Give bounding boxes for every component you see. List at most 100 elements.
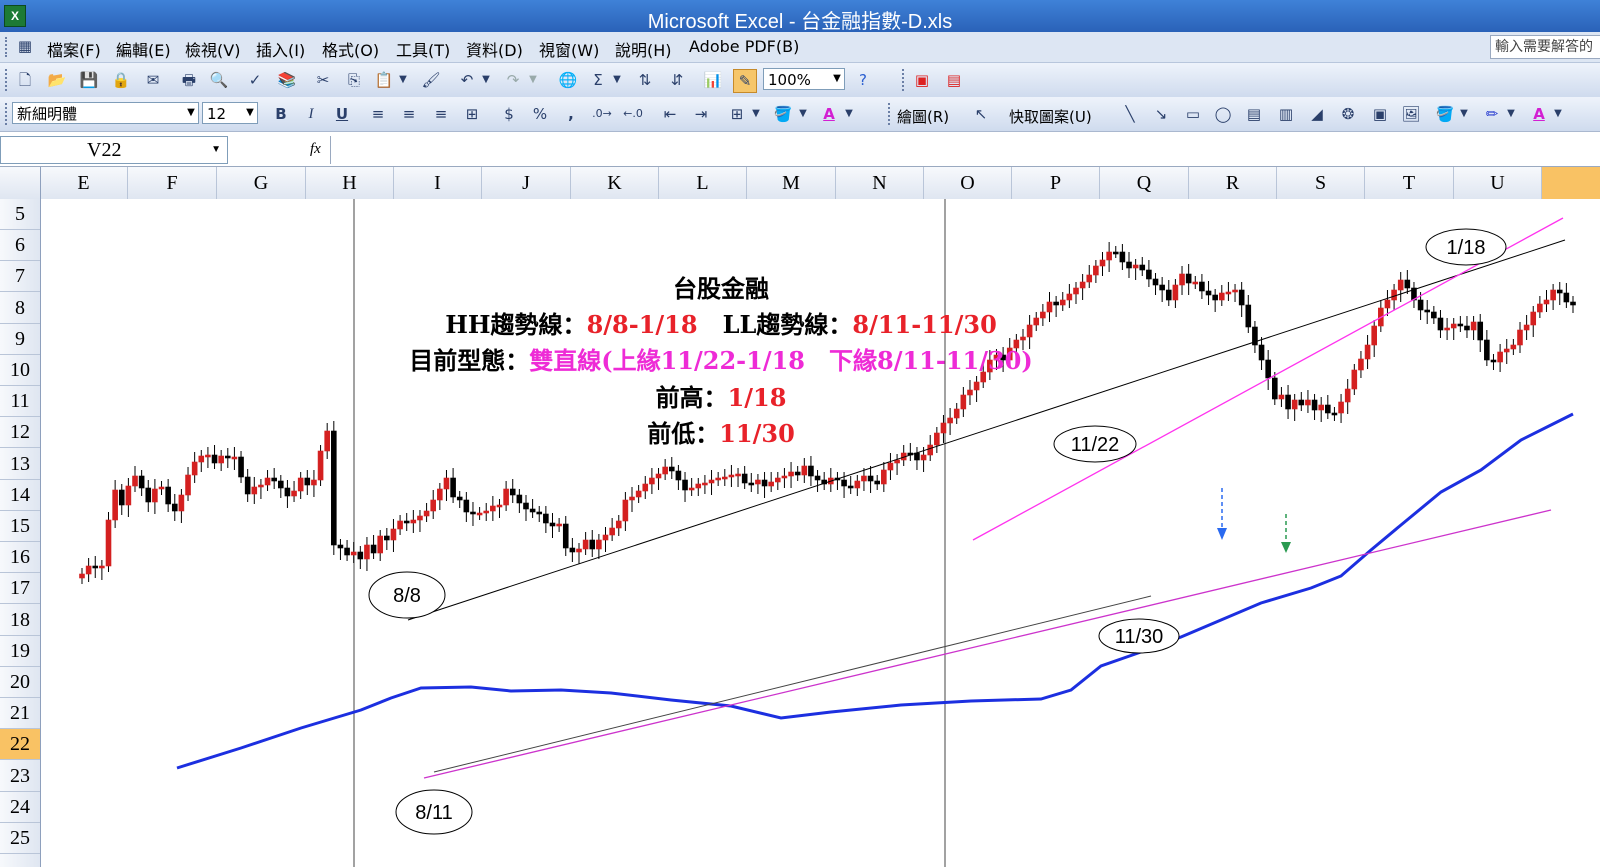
column-header-I[interactable]: I [394,167,482,199]
font-color-dropdown-icon[interactable]: ▼ [843,103,855,125]
draw-fill-icon[interactable]: 🪣 [1434,103,1456,125]
row-header-9[interactable]: 9 [0,324,40,355]
undo-dropdown-icon[interactable]: ▼ [480,69,492,91]
column-header-L[interactable]: L [659,167,747,199]
line-tool-icon[interactable]: ╲ [1119,103,1141,125]
italic-button[interactable]: I [300,103,322,125]
research-icon[interactable]: 📚 [276,69,298,91]
column-header-V[interactable] [1542,167,1600,199]
font-select[interactable]: 新細明體 ▼ [12,102,199,124]
sort-ascending-icon[interactable]: ⇅ [634,69,656,91]
column-header-K[interactable]: K [571,167,659,199]
percent-button[interactable]: % [529,103,551,125]
increase-indent-icon[interactable]: ⇥ [690,103,712,125]
new-icon[interactable]: 🗋 [14,69,36,91]
toolbar-grip[interactable] [5,69,10,91]
redo-icon[interactable]: ↷ [502,69,524,91]
menu-edit[interactable]: 編輯(E) [116,37,171,61]
row-header-7[interactable]: 7 [0,261,40,293]
comma-button[interactable]: , [560,103,582,125]
font-color-icon[interactable]: A [818,103,840,125]
row-header-15[interactable]: 15 [0,511,40,542]
save-icon[interactable]: 💾 [78,69,100,91]
column-header-O[interactable]: O [924,167,1012,199]
menu-format[interactable]: 格式(O) [322,37,379,61]
menu-data[interactable]: 資料(D) [466,37,523,61]
row-header-22[interactable]: 22 [0,729,40,761]
pdf-attach-icon[interactable]: ▤ [943,69,965,91]
row-header-11[interactable]: 11 [0,386,40,418]
permission-icon[interactable]: 🔒 [110,69,132,91]
zoom-select[interactable]: 100% ▼ [763,68,845,90]
format-painter-icon[interactable]: 🖌 [420,69,442,91]
row-header-20[interactable]: 20 [0,667,40,698]
toolbar-grip[interactable] [888,103,893,125]
row-header-12[interactable]: 12 [0,417,40,449]
copy-icon[interactable]: ⎘ [343,69,365,91]
oval-tool-icon[interactable]: ◯ [1212,103,1234,125]
clipart-icon[interactable]: ▣ [1369,103,1391,125]
fill-color-icon[interactable]: 🪣 [772,103,794,125]
decrease-decimal-icon[interactable]: ←.0 [622,103,644,125]
open-icon[interactable]: 📂 [46,69,68,91]
arrow-tool-icon[interactable]: ↘ [1150,103,1172,125]
email-icon[interactable]: ✉ [142,69,164,91]
row-header-18[interactable]: 18 [0,605,40,636]
name-box[interactable]: V22 ▼ [0,136,228,164]
draw-font-color-dropdown-icon[interactable]: ▼ [1552,103,1564,125]
chart-wizard-icon[interactable]: 📊 [702,69,724,91]
print-icon[interactable]: 🖶 [178,69,200,91]
vertical-textbox-icon[interactable]: ▥ [1275,103,1297,125]
paste-icon[interactable]: 📋 [373,69,395,91]
spelling-icon[interactable]: ✓ [244,69,266,91]
workbook-icon[interactable]: ▦ [14,35,36,57]
row-header-14[interactable]: 14 [0,480,40,511]
formula-input[interactable] [330,136,1600,164]
row-header-13[interactable]: 13 [0,449,40,480]
menu-tools[interactable]: 工具(T) [396,37,450,61]
menu-help[interactable]: 說明(H) [615,37,672,61]
menu-grip[interactable] [5,37,10,57]
column-header-P[interactable]: P [1012,167,1100,199]
font-size-select[interactable]: 12 ▼ [202,102,258,124]
currency-button[interactable]: $ [498,103,520,125]
line-color-icon[interactable]: ✏ [1481,103,1503,125]
menu-adobe-pdf[interactable]: Adobe PDF(B) [689,37,799,56]
wordart-icon[interactable]: ◢ [1306,103,1328,125]
row-header-16[interactable]: 16 [0,542,40,574]
row-header-21[interactable]: 21 [0,698,40,730]
autoshapes-menu-button[interactable]: 快取圖案(U) [1009,106,1092,127]
borders-dropdown-icon[interactable]: ▼ [750,103,762,125]
column-header-Q[interactable]: Q [1100,167,1189,199]
align-right-icon[interactable]: ≡ [430,103,452,125]
select-all-corner[interactable] [0,167,41,199]
select-objects-icon[interactable]: ↖ [970,103,992,125]
column-header-T[interactable]: T [1365,167,1454,199]
underline-button[interactable]: U [331,103,353,125]
merge-center-icon[interactable]: ⊞ [461,103,483,125]
column-header-F[interactable]: F [128,167,217,199]
align-center-icon[interactable]: ≡ [398,103,420,125]
column-header-J[interactable]: J [482,167,571,199]
column-header-S[interactable]: S [1277,167,1365,199]
increase-decimal-icon[interactable]: .0→ [591,103,613,125]
decrease-indent-icon[interactable]: ⇤ [659,103,681,125]
undo-icon[interactable]: ↶ [456,69,478,91]
diagram-icon[interactable]: ❂ [1337,103,1359,125]
toolbar-grip[interactable] [5,103,10,125]
row-header-19[interactable]: 19 [0,636,40,667]
help-icon[interactable]: ? [852,69,874,91]
column-header-R[interactable]: R [1189,167,1277,199]
row-header-6[interactable]: 6 [0,230,40,262]
menu-insert[interactable]: 插入(I) [256,37,305,61]
column-header-U[interactable]: U [1454,167,1542,199]
draw-menu-button[interactable]: 繪圖(R) [897,106,949,127]
paste-dropdown-icon[interactable]: ▼ [397,69,409,91]
create-pdf-icon[interactable]: ▣ [911,69,933,91]
print-preview-icon[interactable]: 🔍 [208,69,230,91]
insert-function-icon[interactable]: fx [310,141,321,158]
borders-icon[interactable]: ⊞ [726,103,748,125]
row-header-10[interactable]: 10 [0,355,40,386]
fill-color-dropdown-icon[interactable]: ▼ [797,103,809,125]
row-header-8[interactable]: 8 [0,293,40,324]
